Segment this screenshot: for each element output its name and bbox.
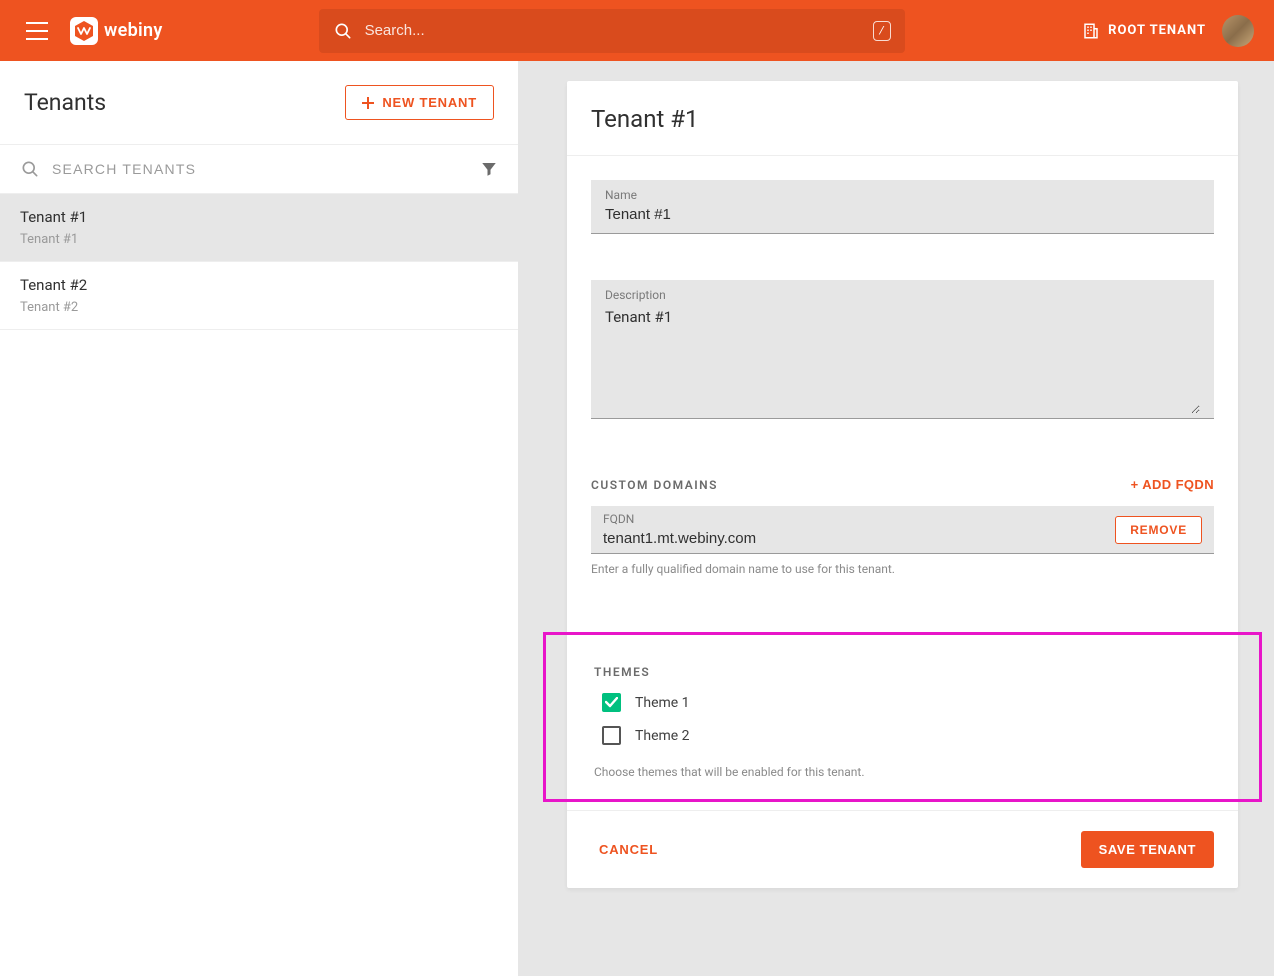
new-tenant-button-label: NEW TENANT bbox=[382, 95, 477, 110]
search-icon bbox=[20, 159, 40, 179]
search-shortcut-hint: / bbox=[873, 21, 891, 41]
add-fqdn-button[interactable]: + ADD FQDN bbox=[1131, 477, 1214, 492]
global-search[interactable]: / bbox=[319, 9, 905, 53]
plus-icon bbox=[362, 97, 374, 109]
logo-badge-icon bbox=[70, 17, 98, 45]
app-logo: webiny bbox=[70, 17, 163, 45]
fqdn-helper-text: Enter a fully qualified domain name to u… bbox=[591, 562, 1214, 576]
card-title: Tenant #1 bbox=[591, 105, 1214, 133]
filter-icon[interactable] bbox=[480, 160, 498, 178]
global-search-input[interactable] bbox=[365, 22, 861, 39]
building-icon bbox=[1082, 22, 1100, 40]
check-icon bbox=[605, 697, 618, 708]
theme-checkbox[interactable] bbox=[602, 693, 621, 712]
theme-option[interactable]: Theme 1 bbox=[602, 693, 1211, 712]
new-tenant-button[interactable]: NEW TENANT bbox=[345, 85, 494, 120]
theme-option[interactable]: Theme 2 bbox=[602, 726, 1211, 745]
description-field[interactable]: Description Tenant #1 bbox=[591, 280, 1214, 419]
description-field-label: Description bbox=[605, 288, 1200, 302]
tenant-list-item-subtitle: Tenant #1 bbox=[20, 232, 498, 247]
page-title: Tenants bbox=[24, 89, 106, 116]
brand-text: webiny bbox=[104, 20, 163, 41]
hamburger-menu-button[interactable] bbox=[20, 16, 54, 46]
tenant-list-item-title: Tenant #2 bbox=[20, 276, 498, 294]
tenant-search-input[interactable] bbox=[52, 161, 468, 177]
tenant-selector-label: ROOT TENANT bbox=[1108, 23, 1206, 38]
themes-helper-text: Choose themes that will be enabled for t… bbox=[594, 765, 1211, 779]
description-textarea[interactable]: Tenant #1 bbox=[605, 304, 1200, 414]
avatar[interactable] bbox=[1222, 15, 1254, 47]
tenant-list-item-title: Tenant #1 bbox=[20, 208, 498, 226]
custom-domains-section-label: CUSTOM DOMAINS bbox=[591, 478, 718, 492]
cancel-button[interactable]: CANCEL bbox=[591, 834, 666, 865]
fqdn-input[interactable] bbox=[603, 530, 1103, 547]
themes-highlight-box: THEMES Theme 1 Theme 2 Choose themes that… bbox=[543, 632, 1262, 802]
name-field-label: Name bbox=[605, 188, 1200, 202]
tenants-sidebar: Tenants NEW TENANT Tenant #1Tenant #1Ten… bbox=[0, 61, 519, 976]
name-field[interactable]: Name bbox=[591, 180, 1214, 234]
save-tenant-button[interactable]: SAVE TENANT bbox=[1081, 831, 1214, 868]
search-icon bbox=[333, 21, 353, 41]
fqdn-field-label: FQDN bbox=[603, 512, 1103, 526]
tenant-list-item-subtitle: Tenant #2 bbox=[20, 300, 498, 315]
app-header: webiny / ROOT TENANT bbox=[0, 0, 1274, 61]
theme-checkbox[interactable] bbox=[602, 726, 621, 745]
name-input[interactable] bbox=[605, 204, 1200, 225]
theme-option-label: Theme 1 bbox=[635, 695, 690, 711]
tenant-detail-card: Tenant #1 Name Description Tenant #1 CUS… bbox=[567, 81, 1238, 888]
fqdn-row: FQDN REMOVE bbox=[591, 506, 1214, 554]
tenant-list: Tenant #1 Tenant #1 Tenant #2 Tenant #2 bbox=[0, 194, 518, 330]
tenant-list-item[interactable]: Tenant #2 Tenant #2 bbox=[0, 262, 518, 330]
remove-fqdn-button[interactable]: REMOVE bbox=[1115, 516, 1202, 544]
theme-option-label: Theme 2 bbox=[635, 728, 690, 744]
tenant-list-item[interactable]: Tenant #1 Tenant #1 bbox=[0, 194, 518, 262]
tenant-search-row bbox=[0, 144, 518, 194]
themes-section-label: THEMES bbox=[594, 665, 1211, 679]
hamburger-icon bbox=[26, 22, 48, 40]
tenant-selector[interactable]: ROOT TENANT bbox=[1082, 22, 1206, 40]
